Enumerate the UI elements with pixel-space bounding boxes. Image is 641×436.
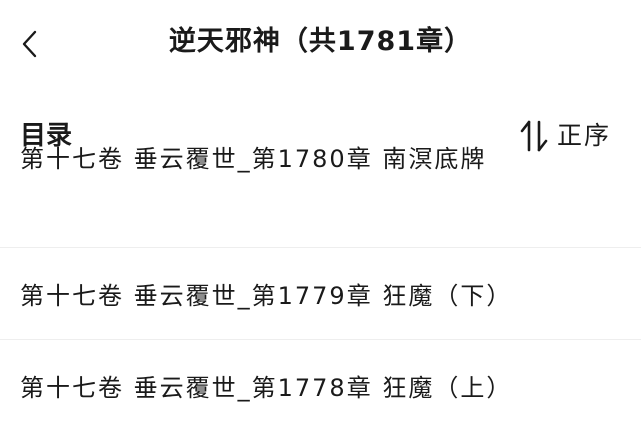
chapter-item[interactable]: 第十七卷 垂云覆世_第1780章 南溟底牌 — [0, 145, 641, 248]
chapter-item[interactable]: 第十七卷 垂云覆世_第1778章 狂魔（上） — [0, 340, 641, 432]
chapter-item[interactable]: 第十七卷 垂云覆世_第1779章 狂魔（下） — [0, 248, 641, 340]
chapter-list: 第十七卷 垂云覆世_第1780章 南溟底牌 第十七卷 垂云覆世_第1779章 狂… — [0, 145, 641, 432]
sort-order-button[interactable]: 正序 — [519, 116, 611, 156]
chapter-title: 第十七卷 垂云覆世_第1780章 南溟底牌 — [20, 145, 487, 173]
book-title: 逆天邪神（共1781章） — [168, 26, 473, 57]
sort-order-label: 正序 — [556, 121, 611, 150]
chapter-title: 第十七卷 垂云覆世_第1779章 狂魔（下） — [20, 282, 513, 310]
chapter-title: 第十七卷 垂云覆世_第1778章 狂魔（上） — [20, 374, 513, 402]
app-header: 逆天邪神（共1781章） — [0, 0, 641, 86]
sort-arrows-icon — [520, 120, 548, 152]
